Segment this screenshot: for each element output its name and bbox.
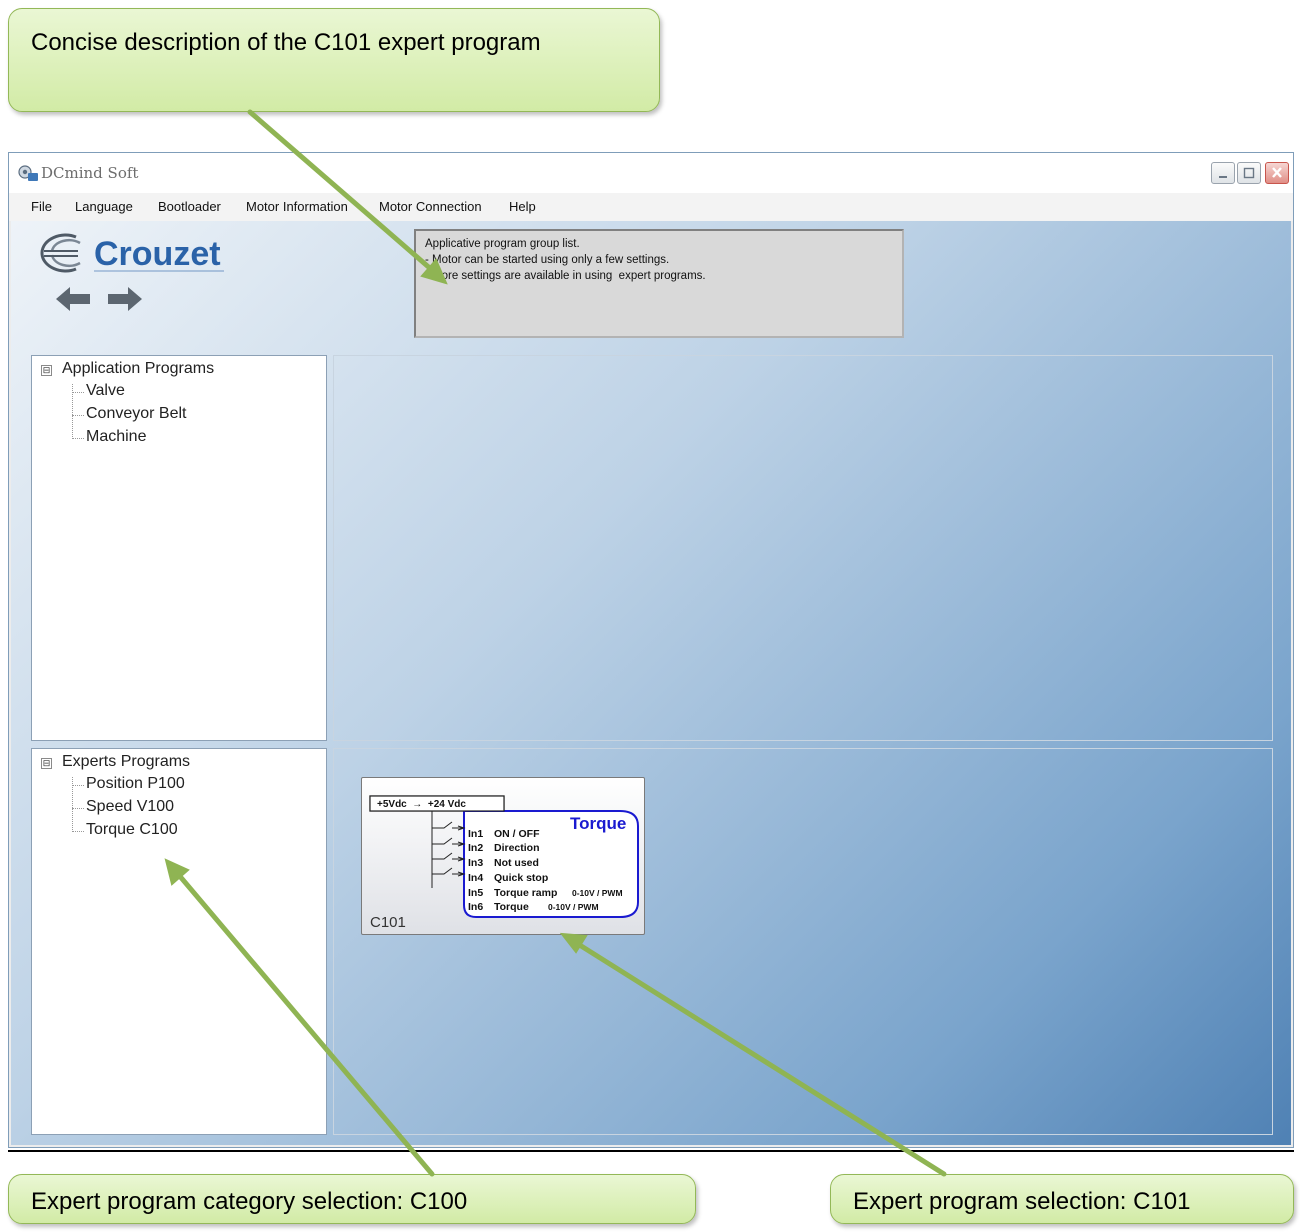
callout-program-description: Concise description of the C101 expert p…	[8, 8, 660, 112]
menu-motor-information[interactable]: Motor Information	[246, 199, 348, 214]
menu-bar: File Language Bootloader Motor Informati…	[9, 193, 1293, 221]
input-note: 0-10V / PWM	[548, 902, 599, 912]
menu-motor-connection[interactable]: Motor Connection	[379, 199, 482, 214]
input-name: Direction	[494, 842, 540, 854]
back-arrow-icon[interactable]	[56, 287, 90, 311]
application-program-panel	[333, 355, 1273, 741]
description-line: - Motor can be started using only a few …	[425, 254, 670, 266]
tree-item-position-p100[interactable]: Position P100	[86, 775, 185, 793]
maximize-button[interactable]	[1237, 162, 1261, 184]
brand-name: Crouzet	[94, 235, 221, 273]
title-bar: DCmind Soft	[9, 153, 1293, 194]
divider	[8, 1150, 1294, 1152]
tree-connector	[72, 831, 84, 832]
tree-item-torque-c100[interactable]: Torque C100	[86, 821, 178, 839]
close-button[interactable]	[1265, 162, 1289, 184]
tree-item-conveyor-belt[interactable]: Conveyor Belt	[86, 405, 187, 423]
tree-root-application-programs[interactable]: Application Programs	[62, 360, 214, 378]
tree-root-experts-programs[interactable]: Experts Programs	[62, 753, 190, 771]
minimize-button[interactable]	[1211, 162, 1235, 184]
input-pin: In5	[468, 887, 483, 899]
switch-wiring	[431, 811, 466, 888]
input-name: Torque ramp	[494, 887, 557, 899]
callout-text: Expert program category selection: C100	[31, 1188, 468, 1215]
input-name: Quick stop	[494, 872, 548, 884]
description-line: - More settings are available in using e…	[425, 270, 706, 282]
close-icon	[1272, 167, 1282, 178]
wiring-diagram: +5Vdc → +24 Vdc +5Vdc → +24 Vdc Torque	[369, 795, 639, 918]
tree-connector	[72, 415, 84, 416]
menu-bootloader[interactable]: Bootloader	[158, 199, 221, 214]
callout-category-selection: Expert program category selection: C100	[8, 1174, 696, 1224]
program-description-box: Applicative program group list. - Motor …	[414, 229, 904, 338]
menu-language[interactable]: Language	[75, 199, 133, 214]
program-card-c101[interactable]: +5Vdc → +24 Vdc +5Vdc → +24 Vdc Torque	[361, 777, 645, 935]
maximize-icon	[1243, 167, 1255, 179]
collapse-toggle-icon[interactable]: ⊟	[41, 758, 52, 769]
input-pin: In4	[468, 872, 483, 884]
main-area: Crouzet Applicative program group list. …	[11, 221, 1291, 1145]
input-pin: In3	[468, 857, 483, 869]
forward-arrow-icon[interactable]	[108, 287, 142, 311]
app-window: DCmind Soft File Language Bootloader Mot…	[8, 152, 1294, 1148]
experts-programs-tree: ⊟ Experts Programs Position P100 Speed V…	[31, 748, 327, 1135]
program-card-label: C101	[370, 914, 406, 931]
input-name: ON / OFF	[494, 828, 540, 840]
input-name: Not used	[494, 857, 539, 869]
description-line: Applicative program group list.	[425, 238, 580, 250]
minimize-icon	[1219, 176, 1227, 178]
input-pin: In1	[468, 828, 483, 840]
input-name: Torque	[494, 901, 529, 913]
input-pin: In6	[468, 901, 483, 913]
tree-connector	[72, 785, 84, 786]
tree-connector	[72, 392, 84, 393]
input-pin: In2	[468, 842, 483, 854]
crouzet-logo: Crouzet	[40, 233, 224, 273]
tree-connector	[72, 808, 84, 809]
app-icon	[18, 165, 38, 181]
callout-program-selection: Expert program selection: C101	[830, 1174, 1294, 1224]
menu-file[interactable]: File	[31, 199, 52, 214]
window-title: DCmind Soft	[41, 164, 139, 182]
supply-label-text: +5Vdc → +24 Vdc	[377, 799, 466, 810]
collapse-toggle-icon[interactable]: ⊟	[41, 365, 52, 376]
callout-text: Concise description of the C101 expert p…	[31, 29, 541, 56]
tree-connector	[72, 438, 84, 439]
input-note: 0-10V / PWM	[572, 888, 623, 898]
nav-arrows	[56, 287, 142, 311]
callout-text: Expert program selection: C101	[853, 1188, 1191, 1215]
tree-item-machine[interactable]: Machine	[86, 428, 146, 446]
menu-help[interactable]: Help	[509, 199, 536, 214]
card-title: Torque	[570, 814, 626, 833]
application-programs-tree: ⊟ Application Programs Valve Conveyor Be…	[31, 355, 327, 741]
tree-item-speed-v100[interactable]: Speed V100	[86, 798, 174, 816]
tree-item-valve[interactable]: Valve	[86, 382, 125, 400]
